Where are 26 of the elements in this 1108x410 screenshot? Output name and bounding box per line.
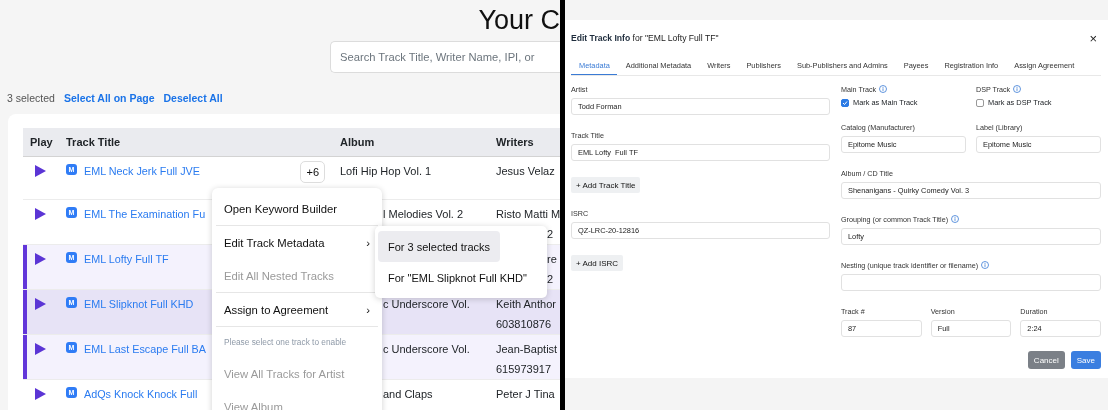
column-header: Track Title xyxy=(65,136,122,148)
column-header: Writers xyxy=(495,136,535,148)
table-cell-text: Risto Matti M xyxy=(496,207,560,222)
table-cell-text: c Underscore Vol. xyxy=(383,342,470,357)
table-cell-text: and Claps xyxy=(383,387,433,402)
table-cell-text: 2 xyxy=(547,227,554,242)
table-cell-text: 615973917 xyxy=(496,362,552,377)
table-cell-text: 2 xyxy=(547,272,554,287)
table-cell-text: Lofi Hip Hop Vol. 1 xyxy=(340,164,432,179)
table-cell-text: re xyxy=(547,252,557,267)
dialog-title: Edit Track Info for "EML Lofty Full TF" xyxy=(571,33,719,43)
page-title: Your C xyxy=(478,4,560,37)
menu-item: View All Tracks for Artist xyxy=(223,366,346,382)
table-cell-text: 603810876 xyxy=(496,317,552,332)
column-header: Album xyxy=(339,136,376,148)
table-cell-text: Keith Anthor xyxy=(496,297,556,312)
menu-item: Edit All Nested Tracks xyxy=(223,268,335,284)
menu-item: View Album xyxy=(223,399,284,410)
table-cell-text: Jesus Velaz xyxy=(496,164,555,179)
table-cell-text: c Underscore Vol. xyxy=(383,297,470,312)
selection-count: 3 selected xyxy=(7,91,55,104)
table-cell-text: Peter J Tina xyxy=(496,387,555,402)
table-cell-text: Jean-Baptist xyxy=(496,342,558,357)
column-header: Play xyxy=(29,136,54,148)
table-cell-text: l Melodies Vol. 2 xyxy=(383,207,464,222)
menu-note: Please select one track to enable xyxy=(224,337,347,347)
